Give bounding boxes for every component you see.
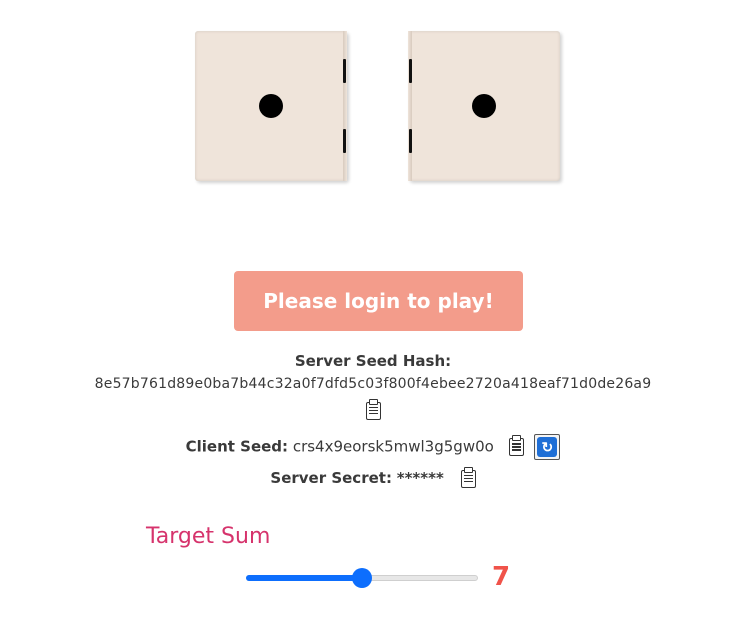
die-right-edge-bottom: [409, 129, 412, 153]
server-secret-value: ******: [396, 469, 444, 487]
refresh-client-seed-button[interactable]: ↻: [534, 434, 561, 460]
clipboard-icon[interactable]: [365, 398, 381, 420]
client-seed-row: Client Seed: crs4x9eorsk5mwl3g5gw0o ↻: [0, 434, 746, 460]
client-seed-value: crs4x9eorsk5mwl3g5gw0o: [292, 437, 494, 456]
slider-fill: [246, 575, 362, 581]
target-sum-slider[interactable]: [246, 568, 478, 588]
slider-thumb[interactable]: [352, 568, 372, 588]
refresh-icon: ↻: [537, 437, 558, 457]
server-seed-hash-label: Server Seed Hash:: [294, 352, 452, 370]
client-seed-label: Client Seed:: [185, 437, 289, 456]
die-right-pip: [472, 94, 496, 118]
die-left-edge-bottom: [343, 129, 346, 153]
die-right-edge-top: [409, 59, 412, 83]
target-sum-label: Target Sum: [146, 524, 271, 549]
clipboard-icon[interactable]: [460, 466, 476, 488]
die-left-side: [343, 31, 347, 181]
die-left-pip: [259, 94, 283, 118]
login-to-play-button[interactable]: Please login to play!: [234, 271, 523, 331]
die-right-side: [408, 31, 412, 181]
die-right: [408, 31, 560, 181]
server-secret-row: Server Secret: ******: [0, 466, 746, 488]
server-seed-hash-copy: [0, 398, 746, 420]
die-left-edge-top: [343, 59, 346, 83]
server-secret-label: Server Secret:: [270, 469, 392, 487]
target-sum-value: 7: [492, 562, 511, 592]
clipboard-icon[interactable]: [508, 435, 524, 456]
die-left: [195, 31, 347, 181]
server-seed-hash-value: 8e57b761d89e0ba7b44c32a0f7dfd5c03f800f4e…: [94, 376, 652, 392]
